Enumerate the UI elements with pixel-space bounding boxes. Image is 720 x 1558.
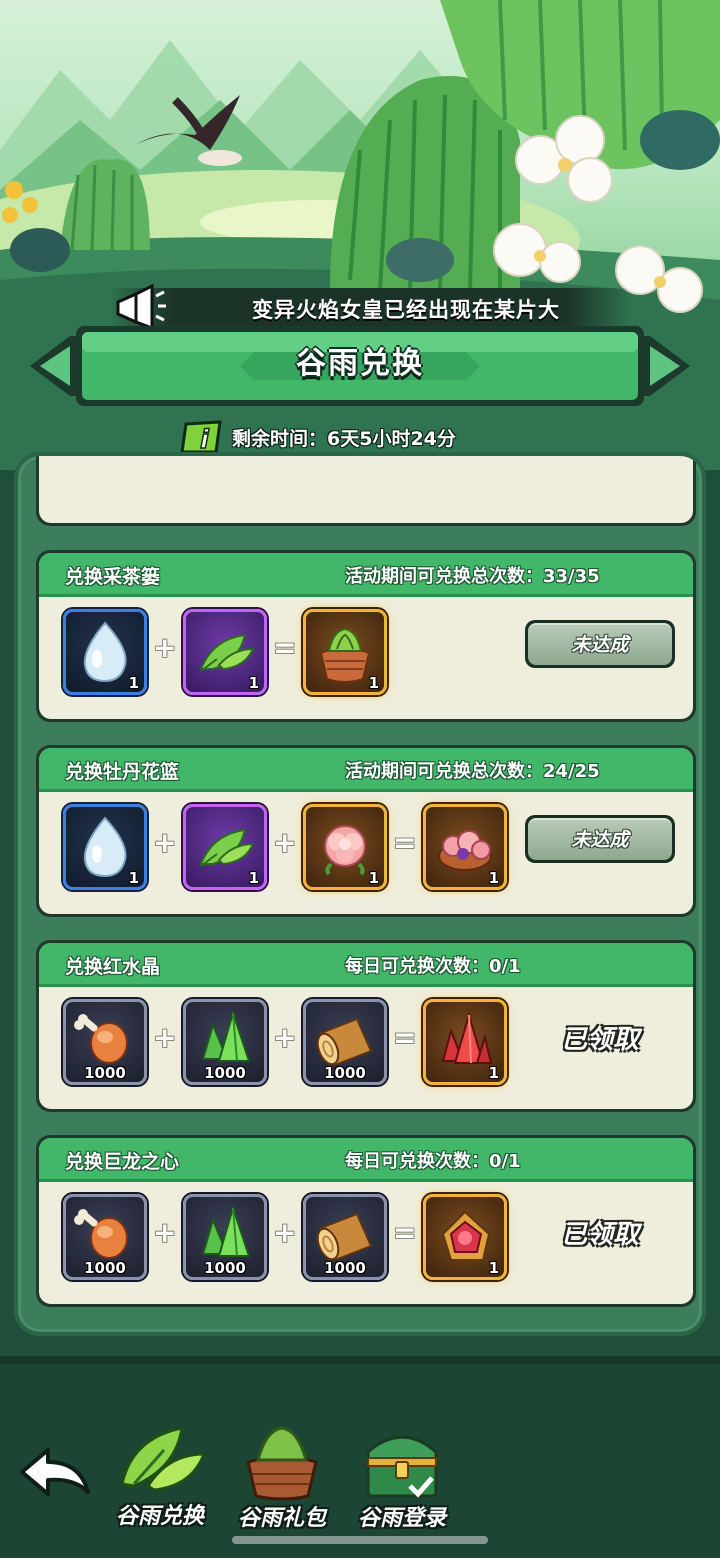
equals-sign: = xyxy=(393,826,417,859)
card-header: 兑换牡丹花篮 活动期间可兑换总次数：24/25 xyxy=(39,748,693,792)
claimed-status: 已领取 xyxy=(560,1220,639,1250)
tab-exchange[interactable]: 谷雨兑换 xyxy=(104,1414,216,1529)
tab-login-label: 谷雨登录 xyxy=(357,1506,446,1531)
exchange-limit: 每日可兑换次数：0/1 xyxy=(345,1151,521,1172)
equals-sign: = xyxy=(393,1021,417,1054)
item-quantity: 1 xyxy=(368,869,379,887)
plus-sign: + xyxy=(153,1216,177,1249)
item-quantity: 1 xyxy=(488,1259,499,1277)
exchange-button-label: 未达成 xyxy=(528,623,672,665)
plus-sign: + xyxy=(273,1216,297,1249)
item-slot[interactable]: 1 xyxy=(183,609,267,695)
exchange-card: 兑换采茶篓 活动期间可兑换总次数：33/35 1 + 1 = 1 未达成 xyxy=(36,550,696,722)
item-quantity: 1 xyxy=(488,869,499,887)
exchange-card: 兑换巨龙之心 每日可兑换次数：0/1 1000 + 1000 + 1000 = … xyxy=(36,1135,696,1307)
tab-exchange-label: 谷雨兑换 xyxy=(115,1504,204,1529)
exchange-button[interactable]: 未达成 xyxy=(525,620,675,668)
home-indicator[interactable] xyxy=(232,1536,488,1544)
svg-text:i: i xyxy=(200,425,210,454)
info-icon: i xyxy=(180,420,222,454)
exchange-button-label: 未达成 xyxy=(528,818,672,860)
item-quantity: 1 xyxy=(128,674,139,692)
item-quantity: 1000 xyxy=(204,1259,246,1277)
tab-login[interactable]: 谷雨登录 xyxy=(346,1416,458,1531)
bottom-nav: 谷雨兑换 谷雨礼包 谷雨登录 xyxy=(0,1356,720,1558)
item-slot[interactable]: 1 xyxy=(183,804,267,890)
exchange-button[interactable]: 未达成 xyxy=(525,815,675,863)
tab-gift-pack[interactable]: 谷雨礼包 xyxy=(226,1416,338,1531)
item-slot[interactable]: 1 xyxy=(303,609,387,695)
claimed-status: 已领取 xyxy=(560,1025,639,1055)
item-quantity: 1 xyxy=(368,674,379,692)
exchange-title: 兑换巨龙之心 xyxy=(65,1151,180,1173)
exchange-list[interactable]: 3 1 兑换采茶篓 活动期间可兑换总次数：33/35 xyxy=(18,456,702,1332)
card-header: 兑换采茶篓 活动期间可兑换总次数：33/35 xyxy=(39,553,693,597)
item-slot[interactable]: 1 xyxy=(423,1194,507,1280)
item-quantity: 1 xyxy=(128,869,139,887)
announcement-text: 变异火焰女皇已经出现在某片大 xyxy=(252,298,560,322)
exchange-limit: 活动期间可兑换总次数：33/35 xyxy=(345,566,600,587)
item-quantity: 1 xyxy=(248,674,259,692)
tab-gift-pack-label: 谷雨礼包 xyxy=(237,1506,326,1531)
tea-leaves-icon xyxy=(120,1426,207,1492)
equals-sign: = xyxy=(393,1216,417,1249)
exchange-card-partial: 3 1 xyxy=(36,456,696,526)
countdown-text: 剩余时间：6天5小时24分 xyxy=(232,428,456,450)
card-header: 兑换红水晶 每日可兑换次数：0/1 xyxy=(39,943,693,987)
exchange-title: 兑换采茶篓 xyxy=(65,566,161,588)
item-quantity: 1000 xyxy=(84,1064,126,1082)
item-quantity: 1000 xyxy=(324,1259,366,1277)
item-quantity: 1000 xyxy=(324,1064,366,1082)
exchange-limit: 每日可兑换次数：0/1 xyxy=(345,956,521,977)
item-slot[interactable]: 1 xyxy=(63,804,147,890)
item-quantity: 1 xyxy=(488,1064,499,1082)
plus-sign: + xyxy=(153,826,177,859)
item-slot[interactable]: 1000 xyxy=(183,999,267,1085)
page-title: 谷雨兑换 xyxy=(296,346,424,381)
treasure-chest-icon xyxy=(366,1435,438,1498)
gift-basket-icon xyxy=(246,1426,318,1501)
item-slot[interactable]: 1 xyxy=(63,609,147,695)
card-header: 兑换巨龙之心 每日可兑换次数：0/1 xyxy=(39,1138,693,1182)
exchange-title: 兑换牡丹花篮 xyxy=(65,761,180,783)
exchange-limit: 活动期间可兑换总次数：24/25 xyxy=(345,761,600,782)
item-slot[interactable]: 1 xyxy=(423,999,507,1085)
item-slot[interactable]: 1000 xyxy=(183,1194,267,1280)
item-quantity: 1000 xyxy=(84,1259,126,1277)
exchange-panel: 3 1 兑换采茶篓 活动期间可兑换总次数：33/35 xyxy=(14,452,706,1336)
item-slot[interactable]: 1000 xyxy=(303,999,387,1085)
exchange-card: 兑换牡丹花篮 活动期间可兑换总次数：24/25 1 + 1 + 1 = 1 未达… xyxy=(36,745,696,917)
item-quantity: 1000 xyxy=(204,1064,246,1082)
plus-sign: + xyxy=(153,631,177,664)
equals-sign: = xyxy=(273,631,297,664)
exchange-card: 兑换红水晶 每日可兑换次数：0/1 1000 + 1000 + 1000 = 1… xyxy=(36,940,696,1112)
back-arrow-icon[interactable] xyxy=(18,1444,94,1504)
item-slot[interactable]: 1 xyxy=(423,804,507,890)
item-quantity: 1 xyxy=(248,869,259,887)
item-slot[interactable]: 1 xyxy=(303,804,387,890)
item-slot[interactable]: 1000 xyxy=(303,1194,387,1280)
plus-sign: + xyxy=(153,1021,177,1054)
item-slot[interactable]: 1000 xyxy=(63,1194,147,1280)
exchange-title: 兑换红水晶 xyxy=(65,956,161,978)
plus-sign: + xyxy=(273,1021,297,1054)
plus-sign: + xyxy=(273,826,297,859)
item-slot[interactable]: 1000 xyxy=(63,999,147,1085)
